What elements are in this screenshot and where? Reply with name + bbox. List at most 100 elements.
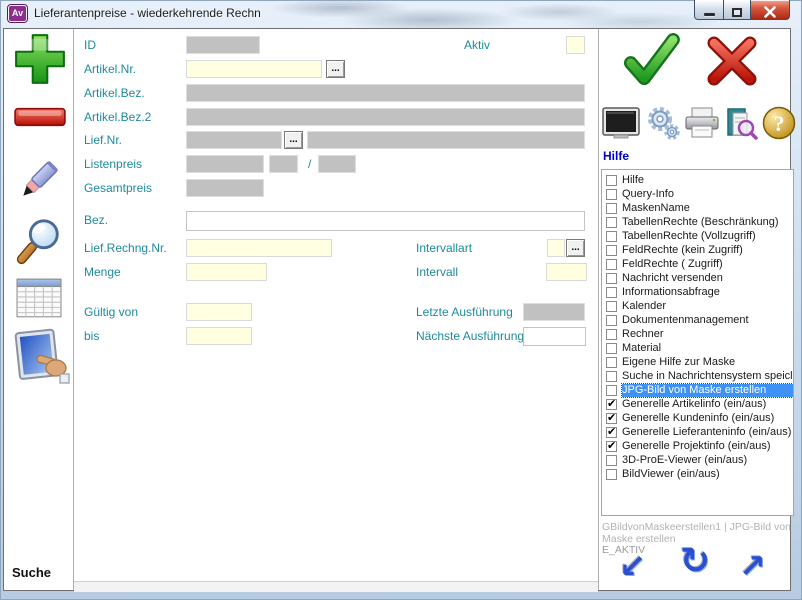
- help-list-item[interactable]: Generelle Artikelinfo (ein/aus): [602, 397, 793, 411]
- lief-name-field[interactable]: [307, 131, 585, 149]
- add-record-button[interactable]: [12, 31, 68, 89]
- listenpreis-unit-field[interactable]: [269, 155, 298, 173]
- edit-record-button[interactable]: [10, 155, 68, 207]
- listenpreis-field[interactable]: [186, 155, 264, 173]
- checkbox-icon[interactable]: [606, 175, 617, 186]
- close-icon: [764, 6, 776, 18]
- minimize-button[interactable]: [694, 0, 724, 20]
- lief-nr-field[interactable]: [186, 131, 282, 149]
- screen-view-button[interactable]: [601, 107, 641, 141]
- checkbox-icon[interactable]: [606, 385, 617, 396]
- help-list-item[interactable]: Informationsabfrage: [602, 285, 793, 299]
- checkbox-icon[interactable]: [606, 273, 617, 284]
- checkbox-checked-icon[interactable]: [606, 413, 617, 424]
- help-list-item[interactable]: Hilfe: [602, 173, 793, 187]
- cross-icon: [703, 35, 761, 87]
- help-list-item[interactable]: Nachricht versenden: [602, 271, 793, 285]
- help-item-label: Kalender: [622, 300, 793, 313]
- checkbox-icon[interactable]: [606, 301, 617, 312]
- help-list-item[interactable]: Eigene Hilfe zur Maske: [602, 355, 793, 369]
- ok-button[interactable]: [616, 33, 684, 89]
- checkbox-checked-icon[interactable]: [606, 399, 617, 410]
- settings-button[interactable]: [644, 105, 682, 143]
- lief-nr-browse-button[interactable]: ...: [284, 131, 303, 149]
- checkbox-icon[interactable]: [606, 315, 617, 326]
- help-item-label: Hilfe: [622, 174, 793, 187]
- screen-touch-button[interactable]: [9, 327, 71, 391]
- artikel-nr-field[interactable]: [186, 60, 322, 78]
- checkbox-checked-icon[interactable]: [606, 441, 617, 452]
- help-list-item[interactable]: MaskenName: [602, 201, 793, 215]
- help-list-item[interactable]: Query-Info: [602, 187, 793, 201]
- preview-button[interactable]: [721, 106, 759, 142]
- checkbox-icon[interactable]: [606, 357, 617, 368]
- intervall-field[interactable]: [546, 263, 587, 281]
- cancel-button[interactable]: [702, 35, 762, 89]
- print-button[interactable]: [682, 106, 722, 142]
- help-list-item[interactable]: FeldRechte (kein Zugriff): [602, 243, 793, 257]
- checkbox-icon[interactable]: [606, 469, 617, 480]
- listenpreis-per-field[interactable]: [318, 155, 356, 173]
- checkbox-icon[interactable]: [606, 329, 617, 340]
- nav-previous-button[interactable]: ↙: [619, 547, 646, 585]
- search-record-button[interactable]: [10, 217, 68, 269]
- lief-rechng-nr-field[interactable]: [186, 239, 332, 257]
- gueltig-von-label: Gültig von: [84, 303, 138, 321]
- checkbox-icon[interactable]: [606, 455, 617, 466]
- help-button[interactable]: ?: [761, 106, 797, 142]
- intervallart-browse-button[interactable]: ...: [566, 239, 585, 257]
- checkbox-icon[interactable]: [606, 343, 617, 354]
- delete-record-button[interactable]: [12, 105, 68, 131]
- checkbox-icon[interactable]: [606, 217, 617, 228]
- naechste-ausfuehrung-field[interactable]: [523, 327, 586, 346]
- help-item-label: Generelle Artikelinfo (ein/aus): [622, 398, 793, 411]
- help-list-item[interactable]: Dokumentenmanagement: [602, 313, 793, 327]
- help-list-item[interactable]: Generelle Kundeninfo (ein/aus): [602, 411, 793, 425]
- help-list-item[interactable]: TabellenRechte (Vollzugriff): [602, 229, 793, 243]
- artikel-bez-field[interactable]: [186, 84, 585, 102]
- nav-refresh-button[interactable]: ↻: [680, 541, 710, 582]
- checkbox-icon[interactable]: [606, 245, 617, 256]
- menge-field[interactable]: [186, 263, 267, 281]
- close-button[interactable]: [750, 0, 790, 20]
- help-list-item[interactable]: FeldRechte ( Zugriff): [602, 257, 793, 271]
- maximize-button[interactable]: [723, 0, 751, 20]
- monitor-icon: [602, 107, 640, 139]
- hilfe-heading: Hilfe: [603, 149, 629, 163]
- letzte-ausfuehrung-field[interactable]: [523, 303, 585, 321]
- bez-field[interactable]: [186, 211, 585, 231]
- gueltig-von-field[interactable]: [186, 303, 252, 321]
- search-section-label: Suche: [12, 565, 51, 580]
- help-list-item[interactable]: BildViewer (ein/aus): [602, 467, 793, 481]
- intervallart-field[interactable]: [547, 239, 565, 257]
- checkbox-checked-icon[interactable]: [606, 427, 617, 438]
- list-view-button[interactable]: [13, 275, 65, 323]
- help-list-item[interactable]: Rechner: [602, 327, 793, 341]
- arrow-up-right-icon: ↗: [739, 547, 766, 585]
- artikel-bez-label: Artikel.Bez.: [84, 84, 145, 102]
- checkbox-icon[interactable]: [606, 203, 617, 214]
- aktiv-field[interactable]: [566, 36, 585, 54]
- help-list-item[interactable]: 3D-ProE-Viewer (ein/aus): [602, 453, 793, 467]
- help-list-item[interactable]: TabellenRechte (Beschränkung): [602, 215, 793, 229]
- checkbox-icon[interactable]: [606, 371, 617, 382]
- bis-field[interactable]: [186, 327, 252, 345]
- help-list-item[interactable]: Material: [602, 341, 793, 355]
- intervall-label: Intervall: [416, 263, 458, 281]
- help-list-item[interactable]: Generelle Projektinfo (ein/aus): [602, 439, 793, 453]
- artikel-nr-browse-button[interactable]: ...: [326, 60, 345, 78]
- help-list-item[interactable]: Kalender: [602, 299, 793, 313]
- id-field[interactable]: [186, 36, 260, 54]
- gesamtpreis-field[interactable]: [186, 179, 264, 197]
- checkbox-icon[interactable]: [606, 259, 617, 270]
- checkbox-icon[interactable]: [606, 189, 617, 200]
- intervallart-label: Intervallart: [416, 239, 472, 257]
- artikel-bez2-field[interactable]: [186, 108, 585, 126]
- help-list-item[interactable]: Suche in Nachrichtensystem speicl: [602, 369, 793, 383]
- help-list-item[interactable]: JPG-Bild von Maske erstellen: [602, 383, 793, 397]
- nav-next-button[interactable]: ↗: [739, 547, 766, 585]
- help-list-item[interactable]: Generelle Lieferanteninfo (ein/aus): [602, 425, 793, 439]
- checkbox-icon[interactable]: [606, 231, 617, 242]
- checkbox-icon[interactable]: [606, 287, 617, 298]
- help-list[interactable]: HilfeQuery-InfoMaskenNameTabellenRechte …: [601, 169, 794, 516]
